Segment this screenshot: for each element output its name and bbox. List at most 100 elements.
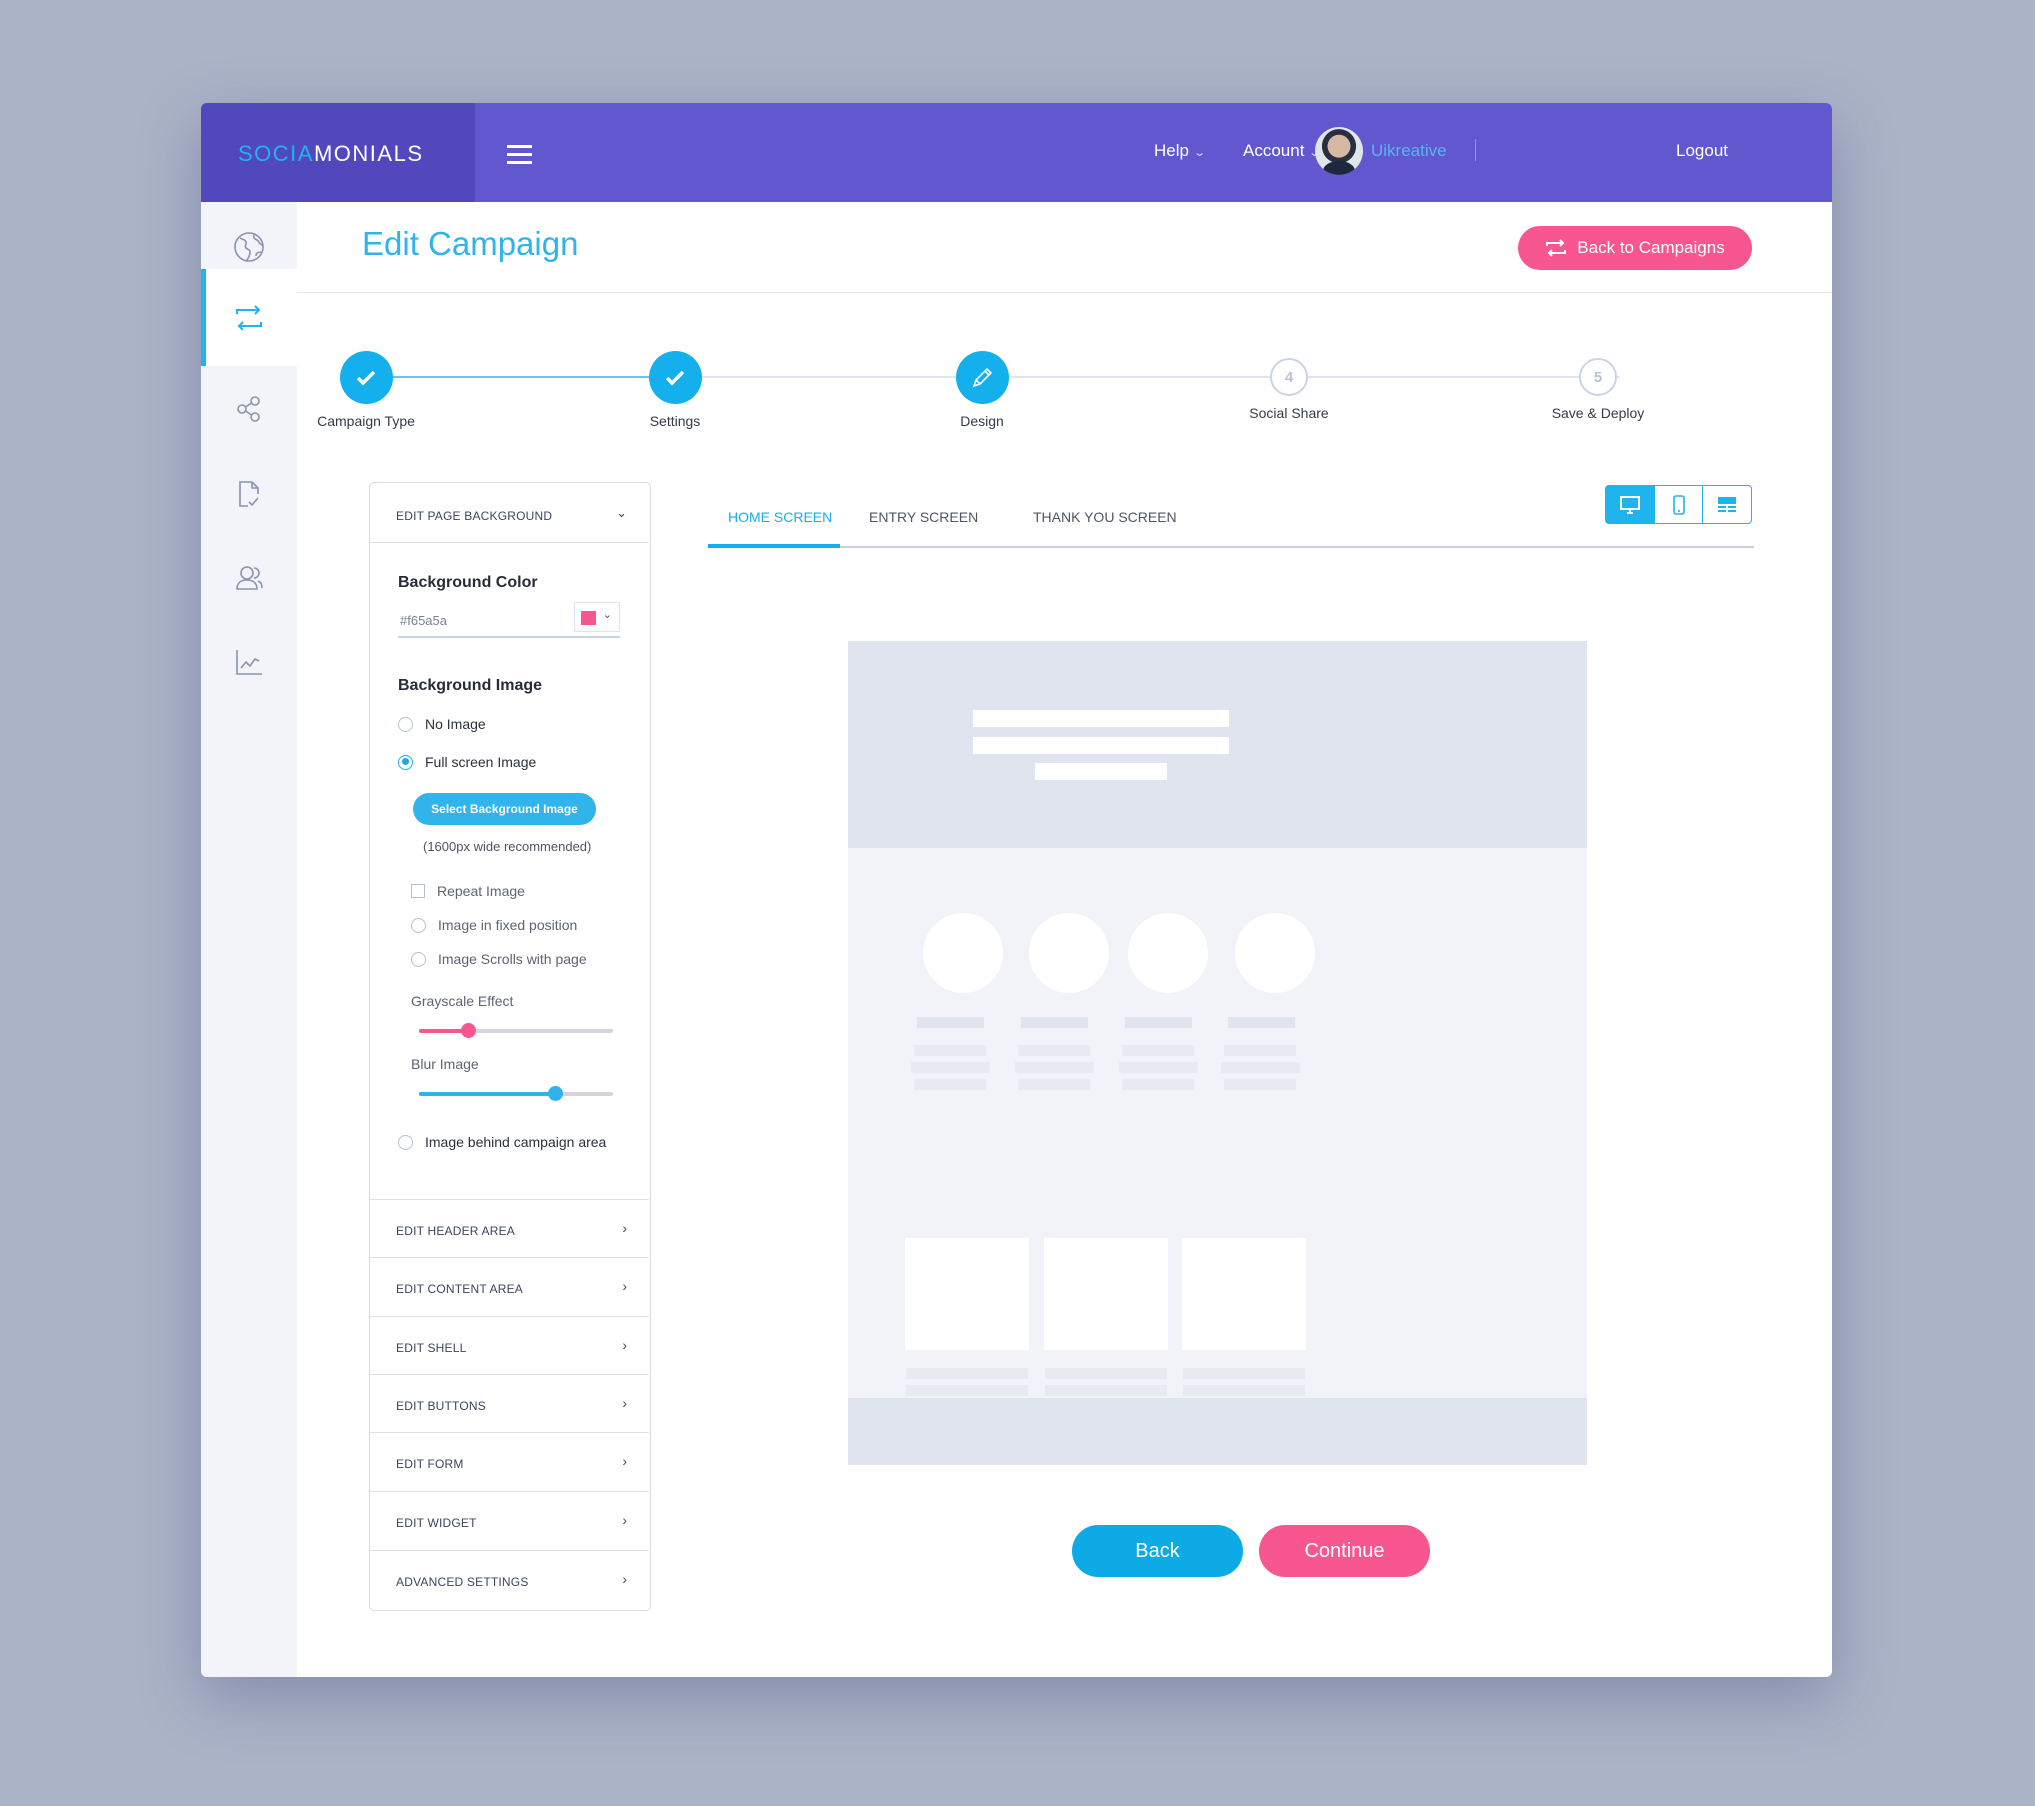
logo-container: SOCIAMONIALS <box>201 103 475 202</box>
back-button[interactable]: Back <box>1072 1525 1243 1577</box>
placeholder-card-image <box>1044 1238 1168 1350</box>
placeholder-image-circle <box>1029 913 1109 993</box>
placeholder-text <box>1045 1385 1167 1396</box>
layout-view-button[interactable] <box>1702 485 1752 524</box>
step-label: Social Share <box>1249 405 1329 421</box>
placeholder-image-circle <box>1235 913 1315 993</box>
edit-page-background-header[interactable]: EDIT PAGE BACKGROUND ⌄ <box>370 483 649 543</box>
color-picker-button[interactable]: ⌄ <box>574 602 620 632</box>
placeholder-text <box>1018 1045 1090 1056</box>
chevron-right-icon: › <box>622 1278 627 1294</box>
sidebar-item-share[interactable] <box>201 367 297 451</box>
edit-shell-item[interactable]: EDIT SHELL › <box>370 1316 649 1374</box>
tab-home-screen[interactable]: HOME SCREEN <box>728 509 832 525</box>
placeholder-text <box>906 1368 1028 1379</box>
desktop-view-button[interactable] <box>1605 485 1655 524</box>
radio-button[interactable] <box>398 1134 413 1150</box>
edit-content-area-item[interactable]: EDIT CONTENT AREA › <box>370 1257 649 1315</box>
placeholder-headline <box>973 737 1229 754</box>
top-bar: SOCIAMONIALS Uikreative Help ⌄ Account ⌄ L… <box>201 103 1832 202</box>
placeholder-image-circle <box>1128 913 1208 993</box>
back-to-campaigns-button[interactable]: Back to Campaigns <box>1518 226 1752 270</box>
account-menu[interactable]: Account ⌄ <box>1243 141 1322 161</box>
edit-header-area-item[interactable]: EDIT HEADER AREA › <box>370 1199 649 1257</box>
divider <box>1475 139 1476 161</box>
select-background-image-button[interactable]: Select Background Image <box>413 793 596 825</box>
pencil-icon <box>972 367 993 387</box>
step-settings[interactable]: Settings <box>595 351 755 429</box>
continue-button[interactable]: Continue <box>1259 1525 1430 1577</box>
username-link[interactable]: Uikreative <box>1371 141 1447 161</box>
edit-buttons-item[interactable]: EDIT BUTTONS › <box>370 1374 649 1432</box>
step-label: Campaign Type <box>317 413 415 429</box>
avatar[interactable] <box>1315 127 1363 175</box>
preview-header-area[interactable] <box>848 641 1587 848</box>
edit-widget-item[interactable]: EDIT WIDGET › <box>370 1491 649 1549</box>
step-design[interactable]: Design <box>902 351 1062 429</box>
step-number-circle: 5 <box>1579 358 1617 396</box>
checkmark-icon <box>356 370 376 385</box>
globe-icon <box>234 232 264 262</box>
placeholder-text <box>1015 1062 1094 1073</box>
mobile-icon <box>1672 494 1685 515</box>
menu-toggle-icon[interactable] <box>507 145 532 164</box>
blur-label: Blur Image <box>411 1056 479 1072</box>
radio-fixed-position[interactable]: Image in fixed position <box>411 917 577 933</box>
radio-image-behind-campaign[interactable]: Image behind campaign area <box>398 1134 606 1150</box>
section-title: EDIT PAGE BACKGROUND <box>396 509 553 523</box>
radio-button[interactable] <box>411 951 426 967</box>
repeat-image-checkbox[interactable]: Repeat Image <box>411 883 525 899</box>
radio-no-image[interactable]: No Image <box>398 716 486 732</box>
sidebar-item-users[interactable] <box>201 536 297 620</box>
tab-thank-you-screen[interactable]: THANK YOU SCREEN <box>1033 509 1177 525</box>
placeholder-image-circle <box>923 913 1003 993</box>
tabs-underline <box>708 546 1754 548</box>
section-title: EDIT FORM <box>396 1457 464 1471</box>
placeholder-text <box>1045 1368 1167 1379</box>
radio-full-screen-image[interactable]: Full screen Image <box>398 754 536 770</box>
logo[interactable]: SOCIAMONIALS <box>238 141 424 167</box>
step-social-share[interactable]: 4 Social Share <box>1209 351 1369 421</box>
help-label: Help <box>1154 141 1189 160</box>
placeholder-headline <box>973 710 1229 727</box>
placeholder-text <box>1122 1079 1194 1090</box>
placeholder-text <box>911 1062 990 1073</box>
slider-thumb[interactable] <box>460 1023 476 1038</box>
users-icon <box>236 566 263 590</box>
radio-scrolls-with-page[interactable]: Image Scrolls with page <box>411 951 587 967</box>
sidebar-item-analytics[interactable] <box>201 620 297 704</box>
placeholder-card-image <box>1182 1238 1306 1350</box>
radio-button[interactable] <box>398 754 413 770</box>
step-label: Design <box>960 413 1004 429</box>
radio-button[interactable] <box>411 917 426 933</box>
sidebar-item-campaigns[interactable] <box>201 269 297 366</box>
tab-entry-screen[interactable]: ENTRY SCREEN <box>869 509 978 525</box>
step-current-circle <box>955 351 1009 404</box>
step-label: Settings <box>649 413 701 429</box>
background-color-field[interactable]: #f65a5a ⌄ <box>398 602 620 638</box>
checkbox[interactable] <box>411 884 425 898</box>
advanced-settings-item[interactable]: ADVANCED SETTINGS › <box>370 1550 649 1608</box>
blur-slider[interactable] <box>419 1086 613 1101</box>
placeholder-text <box>1183 1368 1305 1379</box>
section-title: EDIT CONTENT AREA <box>396 1282 523 1296</box>
radio-label: Image Scrolls with page <box>438 951 587 967</box>
mobile-view-button[interactable] <box>1653 485 1704 524</box>
slider-fill <box>419 1092 555 1096</box>
grayscale-slider[interactable] <box>419 1023 613 1038</box>
chevron-down-icon: ⌄ <box>1193 147 1207 159</box>
placeholder-title <box>917 1017 984 1028</box>
sidebar-item-documents[interactable] <box>201 452 297 536</box>
placeholder-text <box>1018 1079 1090 1090</box>
edit-form-item[interactable]: EDIT FORM › <box>370 1432 649 1490</box>
step-save-deploy[interactable]: 5 Save & Deploy <box>1518 351 1678 421</box>
chevron-down-icon: ⌄ <box>1308 147 1322 159</box>
radio-button[interactable] <box>398 716 413 732</box>
radio-label: Image behind campaign area <box>425 1134 607 1150</box>
step-campaign-type[interactable]: Campaign Type <box>286 351 446 429</box>
preview-footer-area[interactable] <box>848 1398 1587 1465</box>
logo-part-1: SOCIA <box>238 141 314 166</box>
slider-thumb[interactable] <box>547 1086 563 1101</box>
logout-link[interactable]: Logout <box>1676 141 1728 161</box>
help-menu[interactable]: Help ⌄ <box>1154 141 1207 161</box>
